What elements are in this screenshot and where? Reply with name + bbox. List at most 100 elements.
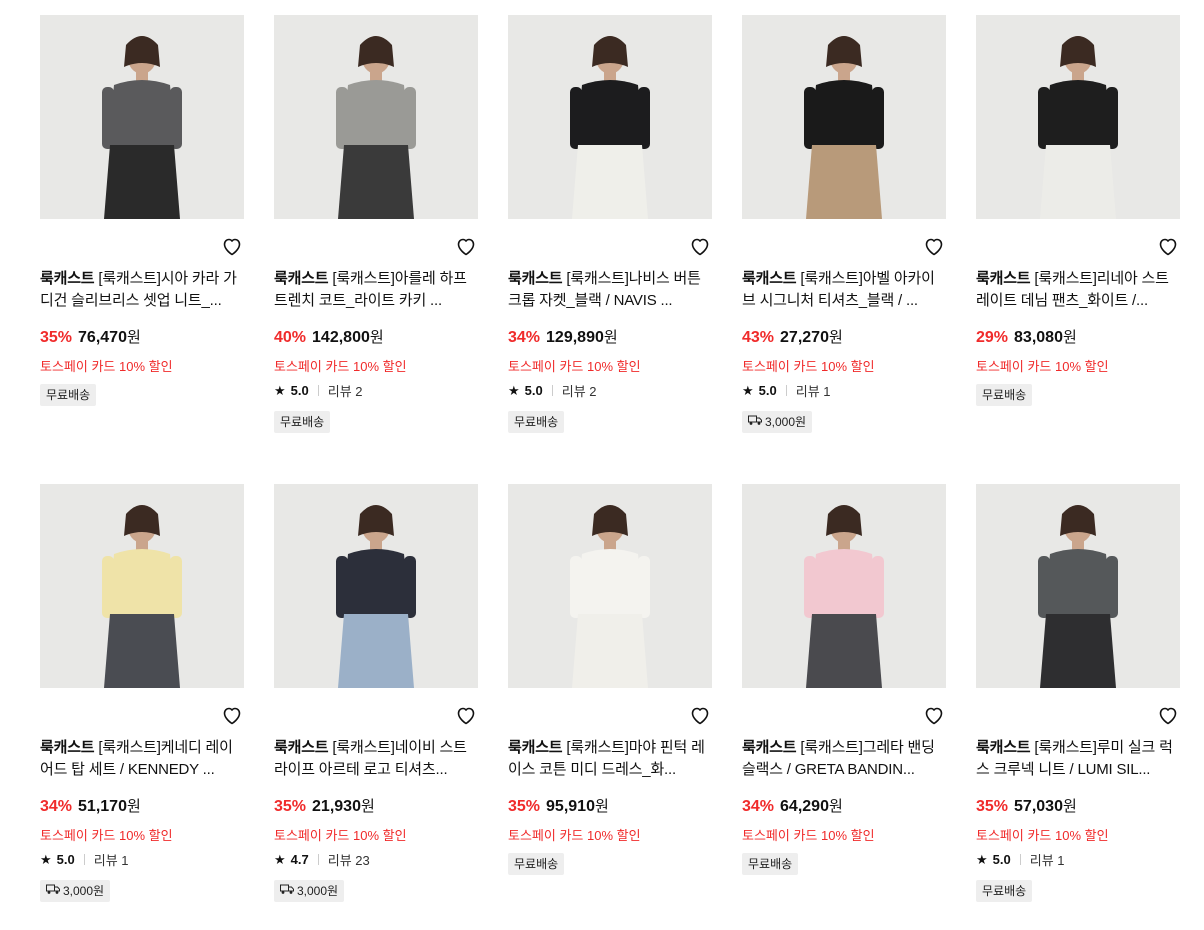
- product-card[interactable]: 룩캐스트 [룩캐스트]아를레 하프 트렌치 코트_라이트 카키 ... 40% 142…: [274, 15, 478, 445]
- discount-rate: 34%: [40, 798, 73, 815]
- heart-icon[interactable]: [220, 703, 244, 727]
- review-summary: ★ 5.0 리뷰 1: [40, 850, 129, 869]
- review-summary: ★ 4.7 리뷰 23: [274, 850, 370, 869]
- currency-suffix: 원: [126, 329, 141, 346]
- brand-name: 룩캐스트: [976, 739, 1031, 756]
- sale-price: 76,470: [78, 329, 127, 346]
- product-image[interactable]: [742, 484, 946, 688]
- shipping-label: 무료배송: [748, 857, 793, 871]
- heart-icon[interactable]: [220, 234, 244, 258]
- shipping-label: 무료배송: [46, 388, 91, 402]
- shipping-badge: 무료배송: [40, 384, 97, 406]
- shipping-label: 무료배송: [982, 884, 1027, 898]
- brand-name: 룩캐스트: [742, 739, 797, 756]
- brand-name: 룩캐스트: [742, 270, 797, 287]
- product-title[interactable]: 룩캐스트 [룩캐스트]마야 핀턱 레이스 코튼 미디 드레스_화...: [508, 737, 712, 781]
- card-benefit: 토스페이 카드 10% 할인: [508, 828, 641, 843]
- product-title[interactable]: 룩캐스트 [룩캐스트]아벨 아카이브 시그니처 티셔츠_블랙 / ...: [742, 268, 946, 312]
- sale-price: 51,170: [78, 798, 127, 815]
- product-title[interactable]: 룩캐스트 [룩캐스트]아를레 하프 트렌치 코트_라이트 카키 ...: [274, 268, 478, 312]
- product-image[interactable]: [508, 484, 712, 688]
- divider: [317, 854, 319, 865]
- rating-value: 5.0: [524, 383, 543, 398]
- product-card[interactable]: 룩캐스트 [룩캐스트]리네아 스트레이트 데님 팬츠_화이트 /... 29% 83,…: [976, 15, 1180, 445]
- product-card[interactable]: 룩캐스트 [룩캐스트]루미 실크 럭스 크루넥 니트 / LUMI SIL... 3…: [976, 484, 1180, 914]
- price-row: 43% 27,270원: [742, 326, 843, 347]
- product-title[interactable]: 룩캐스트 [룩캐스트]그레타 밴딩 슬랙스 / GRETA BANDIN...: [742, 737, 946, 781]
- product-title[interactable]: 룩캐스트 [룩캐스트]리네아 스트레이트 데님 팬츠_화이트 /...: [976, 268, 1180, 312]
- product-card[interactable]: 룩캐스트 [룩캐스트]네이비 스트라이프 아르테 로고 티셔츠... 35% 21,9…: [274, 484, 478, 914]
- shipping-label: 무료배송: [514, 857, 559, 871]
- product-card[interactable]: 룩캐스트 [룩캐스트]그레타 밴딩 슬랙스 / GRETA BANDIN... 34…: [742, 484, 946, 914]
- shipping-label: 3,000원: [765, 415, 807, 429]
- brand-name: 룩캐스트: [508, 270, 563, 287]
- discount-rate: 29%: [976, 329, 1009, 346]
- discount-rate: 34%: [508, 329, 541, 346]
- heart-icon[interactable]: [1156, 703, 1180, 727]
- sale-price: 83,080: [1014, 329, 1063, 346]
- product-image[interactable]: [976, 15, 1180, 219]
- product-title[interactable]: 룩캐스트 [룩캐스트]네이비 스트라이프 아르테 로고 티셔츠...: [274, 737, 478, 781]
- star-icon: ★: [274, 851, 286, 867]
- product-title[interactable]: 룩캐스트 [룩캐스트]시아 카라 가디건 슬리브리스 셋업 니트_...: [40, 268, 244, 312]
- star-icon: ★: [742, 382, 754, 398]
- product-card[interactable]: 룩캐스트 [룩캐스트]마야 핀턱 레이스 코튼 미디 드레스_화... 35% 95,…: [508, 484, 712, 914]
- card-benefit: 토스페이 카드 10% 할인: [742, 359, 875, 374]
- price-row: 35% 76,470원: [40, 326, 141, 347]
- discount-rate: 35%: [508, 798, 541, 815]
- product-image[interactable]: [274, 15, 478, 219]
- product-card[interactable]: 룩캐스트 [룩캐스트]시아 카라 가디건 슬리브리스 셋업 니트_... 35% 76…: [40, 15, 244, 445]
- shipping-badge: 3,000원: [274, 880, 345, 902]
- sale-price: 95,910: [546, 798, 595, 815]
- heart-icon[interactable]: [454, 234, 478, 258]
- rating-value: 5.0: [290, 383, 309, 398]
- review-summary: ★ 5.0 리뷰 2: [274, 381, 363, 400]
- product-card[interactable]: 룩캐스트 [룩캐스트]케네디 레이어드 탑 세트 / KENNEDY ... 34%…: [40, 484, 244, 914]
- price-row: 29% 83,080원: [976, 326, 1077, 347]
- currency-suffix: 원: [369, 329, 384, 346]
- rating-value: 5.0: [992, 852, 1011, 867]
- product-card[interactable]: 룩캐스트 [룩캐스트]나비스 버튼 크롭 자켓_블랙 / NAVIS ... 34%…: [508, 15, 712, 445]
- review-summary: ★ 5.0 리뷰 1: [976, 850, 1065, 869]
- heart-icon[interactable]: [688, 703, 712, 727]
- shipping-badge: 무료배송: [976, 880, 1033, 902]
- card-benefit: 토스페이 카드 10% 할인: [976, 828, 1109, 843]
- product-title[interactable]: 룩캐스트 [룩캐스트]루미 실크 럭스 크루넥 니트 / LUMI SIL...: [976, 737, 1180, 781]
- card-benefit: 토스페이 카드 10% 할인: [508, 359, 641, 374]
- divider: [317, 385, 319, 396]
- divider: [83, 854, 85, 865]
- product-image[interactable]: [976, 484, 1180, 688]
- sale-price: 142,800: [312, 329, 370, 346]
- shipping-badge: 무료배송: [742, 853, 799, 875]
- product-image[interactable]: [40, 15, 244, 219]
- heart-icon[interactable]: [454, 703, 478, 727]
- brand-name: 룩캐스트: [274, 270, 329, 287]
- product-image[interactable]: [40, 484, 244, 688]
- price-row: 34% 51,170원: [40, 795, 141, 816]
- product-image[interactable]: [274, 484, 478, 688]
- shipping-badge: 무료배송: [508, 853, 565, 875]
- divider: [785, 385, 787, 396]
- brand-name: 룩캐스트: [40, 739, 95, 756]
- product-image[interactable]: [508, 15, 712, 219]
- divider: [551, 385, 553, 396]
- brand-name: 룩캐스트: [274, 739, 329, 756]
- heart-icon[interactable]: [688, 234, 712, 258]
- product-card[interactable]: 룩캐스트 [룩캐스트]아벨 아카이브 시그니처 티셔츠_블랙 / ... 43% 27…: [742, 15, 946, 445]
- currency-suffix: 원: [603, 329, 618, 346]
- product-title[interactable]: 룩캐스트 [룩캐스트]나비스 버튼 크롭 자켓_블랙 / NAVIS ...: [508, 268, 712, 312]
- product-image[interactable]: [742, 15, 946, 219]
- currency-suffix: 원: [828, 329, 843, 346]
- card-benefit: 토스페이 카드 10% 할인: [742, 828, 875, 843]
- card-benefit: 토스페이 카드 10% 할인: [976, 359, 1109, 374]
- product-title[interactable]: 룩캐스트 [룩캐스트]케네디 레이어드 탑 세트 / KENNEDY ...: [40, 737, 244, 781]
- discount-rate: 35%: [274, 798, 307, 815]
- review-count: 리뷰 23: [327, 853, 370, 868]
- product-grid: 룩캐스트 [룩캐스트]시아 카라 가디건 슬리브리스 셋업 니트_... 35% 76…: [0, 0, 1204, 930]
- heart-icon[interactable]: [922, 234, 946, 258]
- shipping-label: 3,000원: [297, 884, 339, 898]
- card-benefit: 토스페이 카드 10% 할인: [40, 359, 173, 374]
- heart-icon[interactable]: [922, 703, 946, 727]
- heart-icon[interactable]: [1156, 234, 1180, 258]
- sale-price: 57,030: [1014, 798, 1063, 815]
